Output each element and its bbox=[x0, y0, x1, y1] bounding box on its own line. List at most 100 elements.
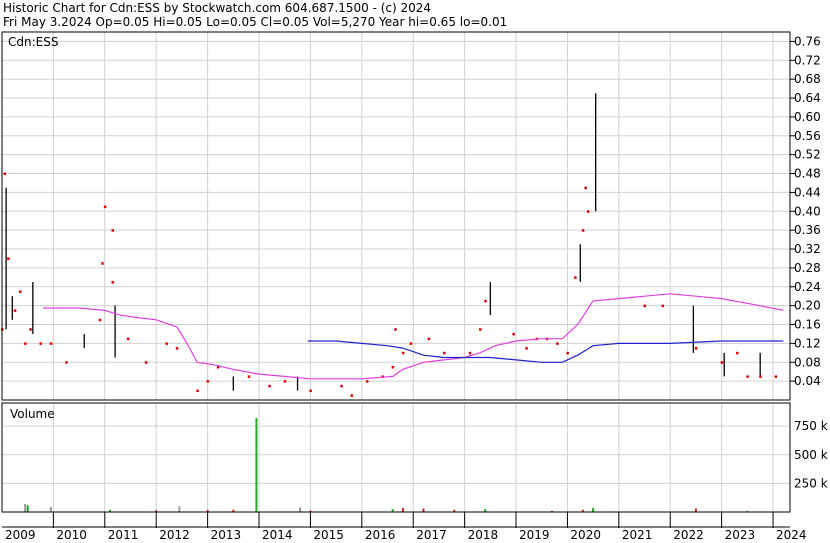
close-marker bbox=[584, 186, 587, 190]
price-tick-label: 0.52 bbox=[794, 148, 821, 162]
volume-bar bbox=[49, 506, 52, 512]
close-marker bbox=[479, 328, 482, 331]
close-marker bbox=[443, 351, 446, 355]
close-marker bbox=[512, 332, 515, 336]
year-label: 2010 bbox=[56, 528, 87, 542]
close-marker bbox=[283, 380, 287, 383]
close-marker bbox=[247, 375, 251, 378]
volume-bar bbox=[255, 418, 258, 512]
close-marker bbox=[144, 361, 148, 364]
close-marker bbox=[468, 351, 472, 355]
year-label: 2015 bbox=[313, 528, 344, 542]
close-markers bbox=[1, 172, 778, 397]
close-marker bbox=[65, 361, 68, 364]
volume-bar bbox=[26, 505, 29, 512]
year-label: 2018 bbox=[468, 528, 499, 542]
close-marker bbox=[7, 257, 10, 260]
close-marker bbox=[484, 299, 487, 303]
year-label: 2014 bbox=[262, 528, 293, 542]
year-label: 2013 bbox=[211, 528, 242, 542]
volume-bar bbox=[592, 507, 595, 512]
year-label: 2017 bbox=[416, 528, 447, 542]
volume-bar bbox=[24, 503, 27, 512]
close-marker bbox=[206, 380, 210, 383]
close-marker bbox=[736, 351, 739, 355]
volume-tick-label: 500 k bbox=[794, 448, 828, 462]
stock-chart: 0.04 0.08 0.12 0.16 0.20 0.24 0.28 0.32 0.36 0.40… bbox=[1, 31, 828, 542]
close-marker bbox=[309, 389, 312, 393]
close-marker bbox=[694, 347, 698, 350]
close-marker bbox=[49, 342, 53, 345]
close-marker bbox=[101, 262, 104, 265]
year-label: 2022 bbox=[673, 528, 704, 542]
close-marker bbox=[103, 205, 107, 209]
close-marker bbox=[39, 342, 43, 345]
price-tick-label: 0.60 bbox=[794, 110, 821, 124]
close-marker bbox=[268, 384, 271, 388]
close-marker bbox=[759, 375, 762, 378]
year-label: 2021 bbox=[622, 528, 653, 542]
year-label: 2011 bbox=[108, 528, 139, 542]
close-marker bbox=[556, 342, 559, 345]
year-label: 2024 bbox=[776, 528, 807, 542]
price-tick-label: 0.36 bbox=[794, 223, 821, 237]
price-tick-label: 0.28 bbox=[794, 261, 821, 275]
close-marker bbox=[391, 365, 395, 369]
close-marker bbox=[746, 375, 749, 378]
close-marker bbox=[427, 337, 431, 341]
volume-bar bbox=[422, 508, 425, 512]
year-label: 2009 bbox=[5, 528, 36, 542]
close-marker bbox=[394, 328, 397, 331]
close-marker bbox=[525, 347, 528, 350]
year-label: 2019 bbox=[519, 528, 550, 542]
year-label: 2023 bbox=[725, 528, 756, 542]
close-marker bbox=[365, 380, 369, 383]
close-marker bbox=[409, 342, 413, 345]
volume-bars bbox=[24, 418, 749, 512]
grid-lines bbox=[2, 32, 790, 512]
price-tick-label: 0.20 bbox=[794, 299, 821, 313]
close-marker bbox=[566, 351, 569, 355]
volume-bar bbox=[299, 507, 302, 512]
year-label: 2012 bbox=[159, 528, 190, 542]
close-marker bbox=[401, 351, 405, 355]
close-marker bbox=[643, 304, 647, 308]
volume-panel-border bbox=[1, 402, 791, 513]
close-marker bbox=[98, 318, 102, 322]
close-marker bbox=[13, 309, 17, 312]
close-marker bbox=[24, 342, 27, 345]
close-marker bbox=[111, 281, 115, 284]
close-marker bbox=[18, 290, 22, 293]
close-marker bbox=[340, 384, 343, 388]
price-range-bars bbox=[5, 93, 761, 391]
volume-panel-title: Volume bbox=[10, 407, 55, 421]
price-tick-label: 0.64 bbox=[794, 91, 821, 105]
price-tick-label: 0.24 bbox=[794, 280, 821, 294]
close-marker bbox=[29, 328, 32, 331]
price-tick-label: 0.56 bbox=[794, 129, 821, 143]
close-marker bbox=[574, 276, 577, 279]
close-marker bbox=[586, 210, 590, 213]
price-tick-label: 0.16 bbox=[794, 318, 821, 332]
price-tick-label: 0.72 bbox=[794, 53, 821, 67]
volume-bar bbox=[401, 507, 404, 512]
close-marker bbox=[661, 304, 665, 308]
close-marker bbox=[720, 361, 724, 364]
close-marker bbox=[196, 389, 199, 393]
price-panel-border bbox=[1, 31, 791, 401]
year-label: 2016 bbox=[365, 528, 396, 542]
price-tick-label: 0.48 bbox=[794, 167, 821, 181]
volume-bar bbox=[694, 508, 697, 512]
price-tick-label: 0.40 bbox=[794, 204, 821, 218]
close-marker bbox=[126, 337, 130, 341]
price-tick-label: 0.12 bbox=[794, 336, 821, 350]
volume-tick-label: 250 k bbox=[794, 476, 828, 490]
price-tick-label: 0.04 bbox=[794, 374, 821, 388]
close-marker bbox=[581, 229, 585, 232]
volume-bar bbox=[178, 506, 181, 512]
price-tick-label: 0.44 bbox=[794, 185, 821, 199]
year-label: 2020 bbox=[570, 528, 601, 542]
short-moving-average bbox=[307, 340, 784, 363]
axis-labels: 0.04 0.08 0.12 0.16 0.20 0.24 0.28 0.32 0.36 0.40… bbox=[5, 34, 828, 542]
price-tick-label: 0.32 bbox=[794, 242, 821, 256]
